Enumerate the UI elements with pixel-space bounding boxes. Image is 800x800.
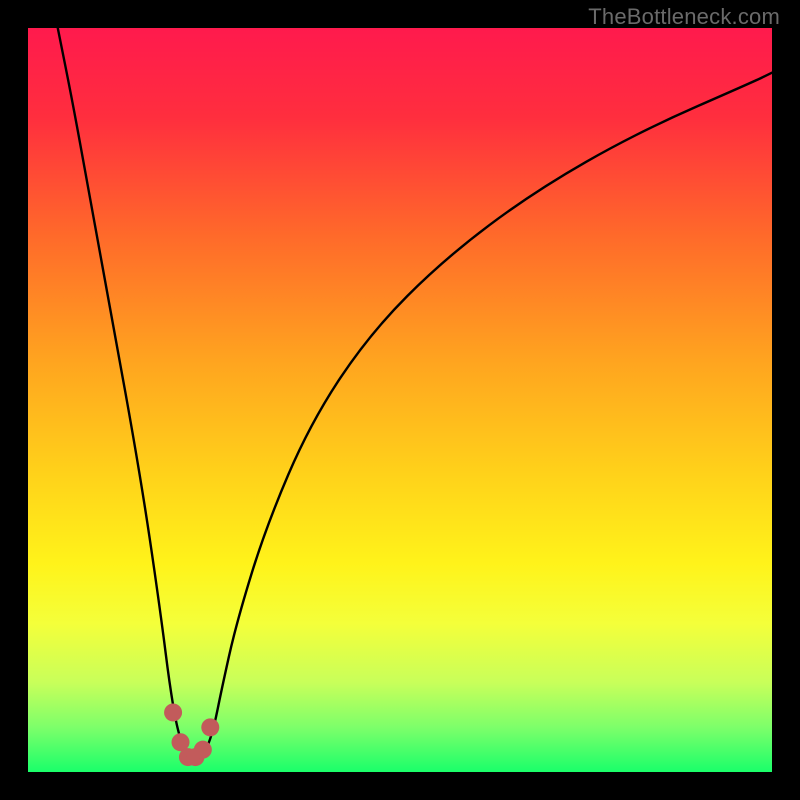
chart-frame: TheBottleneck.com [0, 0, 800, 800]
watermark-text: TheBottleneck.com [588, 4, 780, 30]
minimum-marker-dot [194, 741, 212, 759]
bottleneck-chart [28, 28, 772, 772]
minimum-marker-dot [164, 703, 182, 721]
plot-area [28, 28, 772, 772]
gradient-background [28, 28, 772, 772]
minimum-marker-dot [201, 718, 219, 736]
